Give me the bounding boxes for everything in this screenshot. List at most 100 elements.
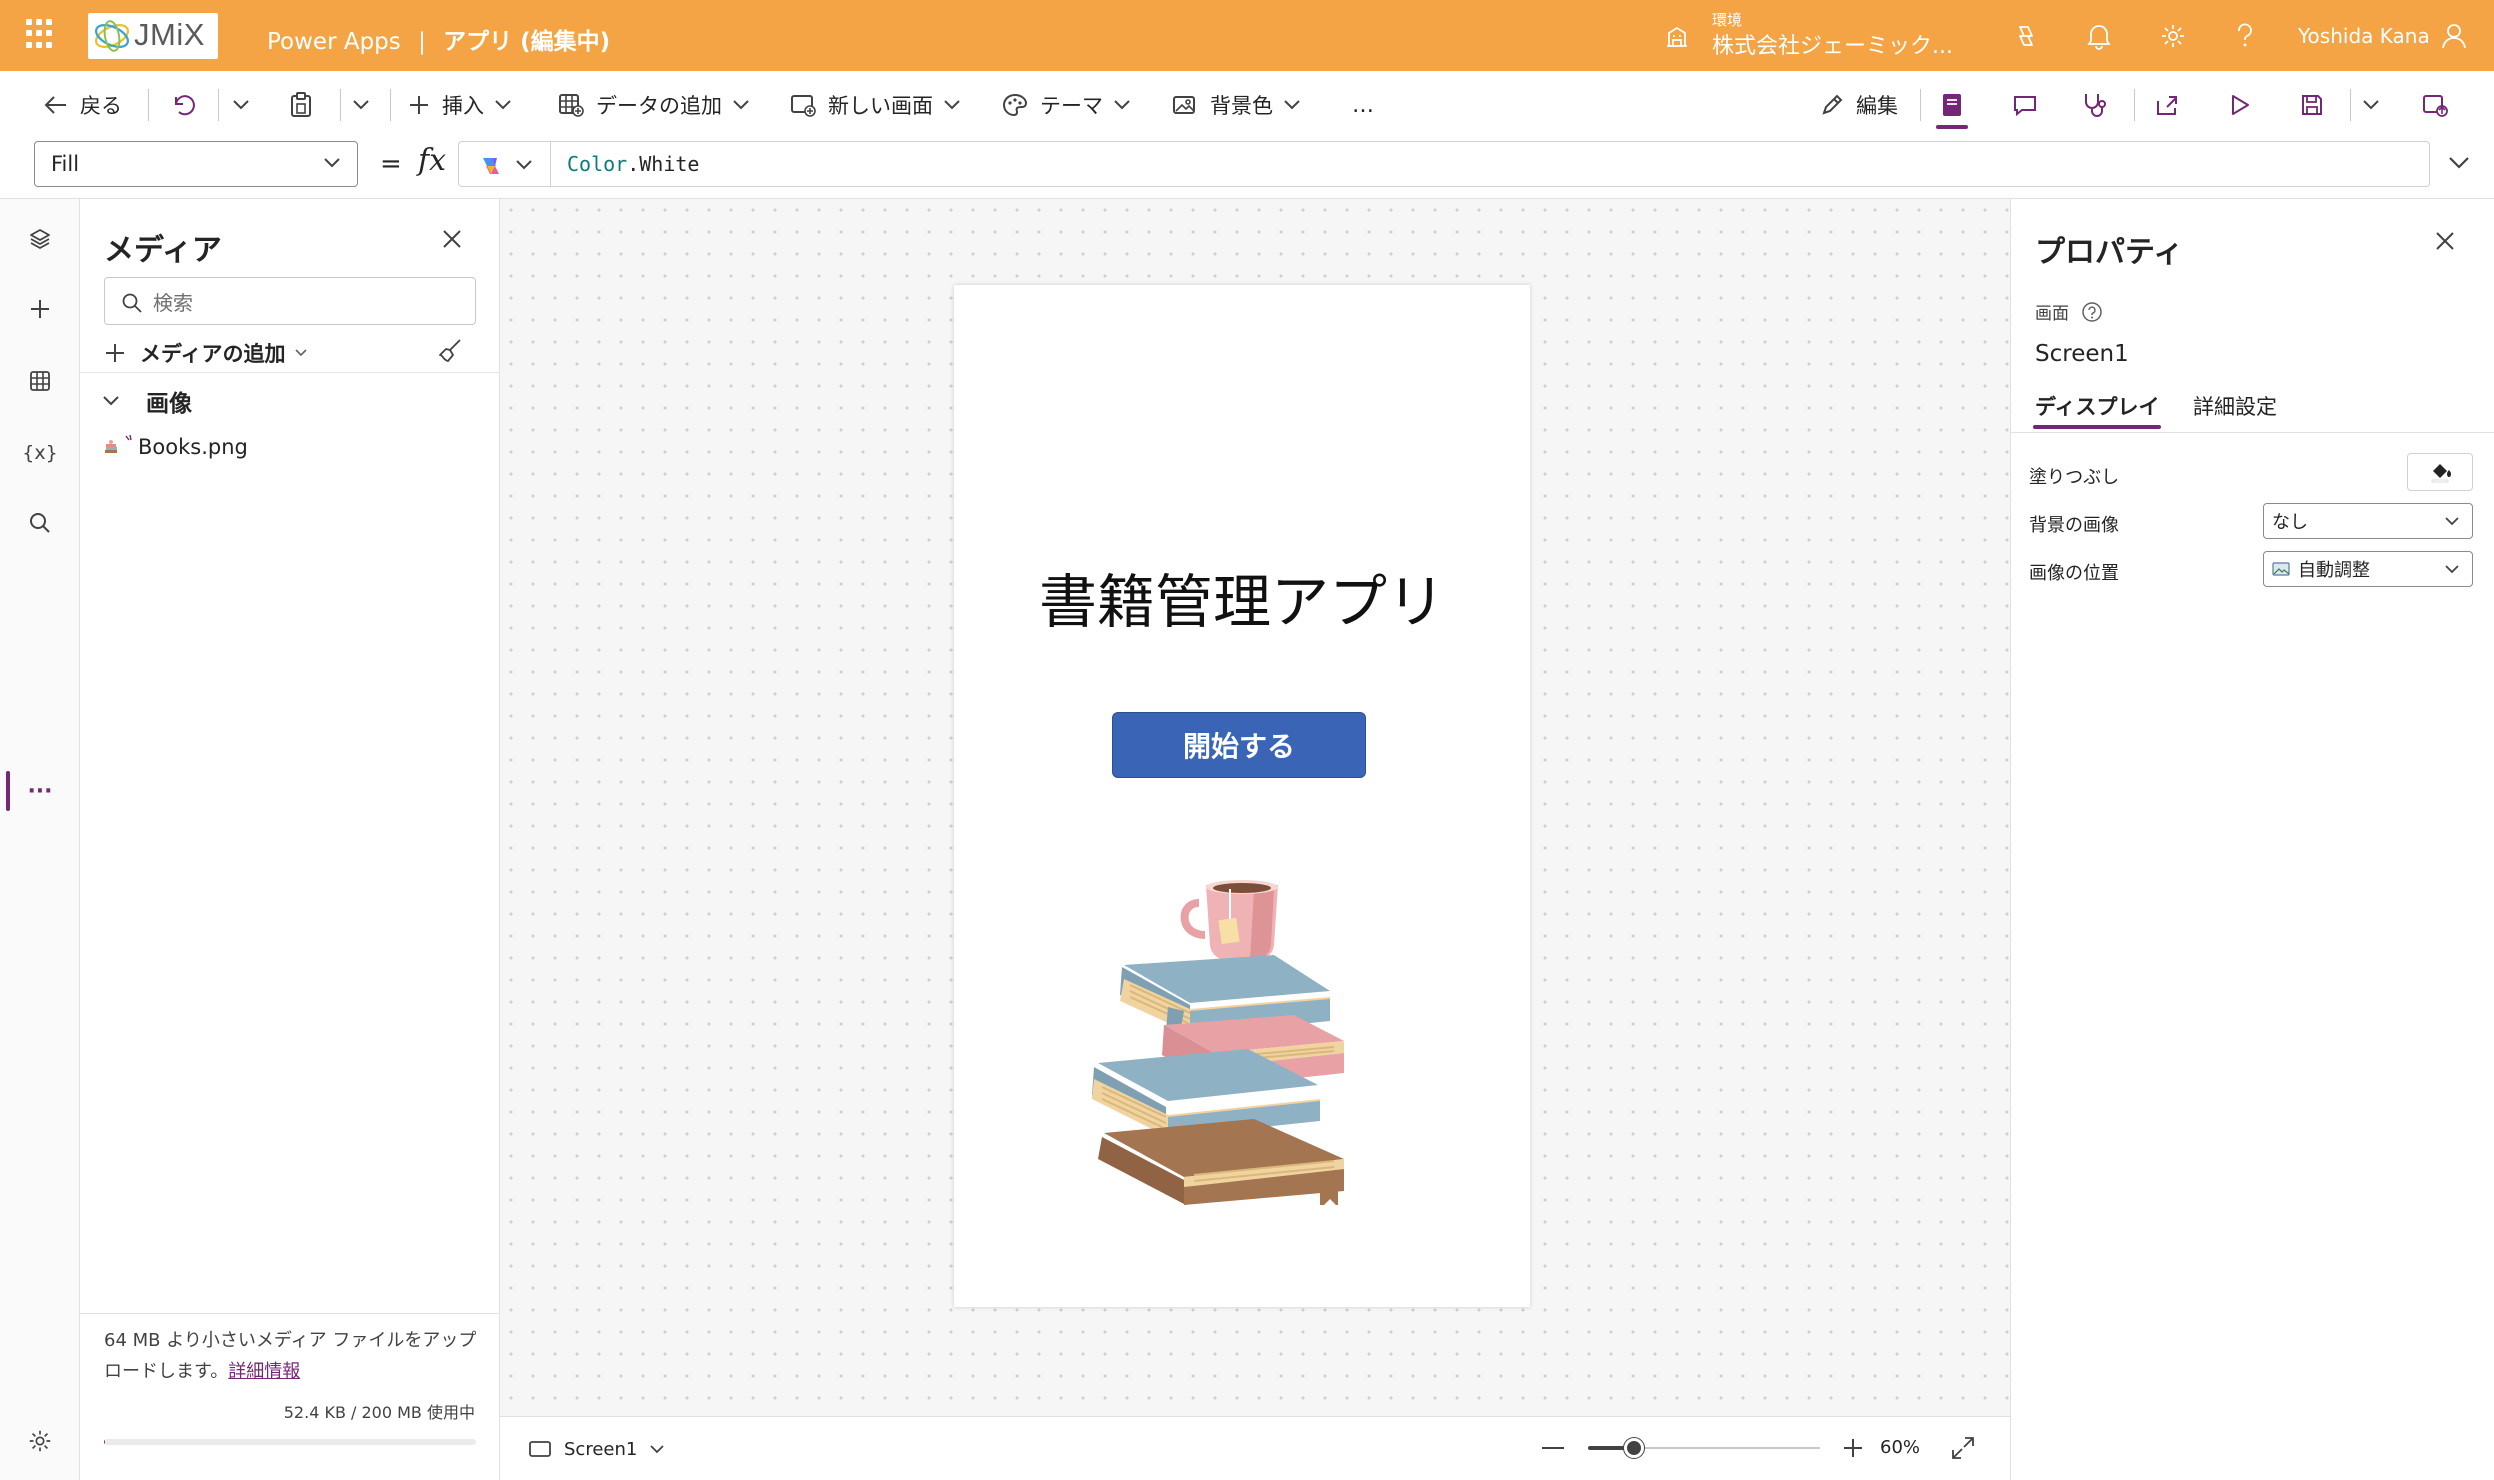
settings-gear-icon[interactable] — [2157, 20, 2189, 52]
search-icon[interactable] — [22, 505, 58, 541]
add-data-label: データの追加 — [596, 94, 722, 118]
publish-button[interactable] — [2422, 87, 2460, 123]
design-canvas[interactable]: 書籍管理アプリ 開始する — [500, 199, 2010, 1416]
app-launcher-icon[interactable] — [26, 19, 56, 49]
comments-button[interactable] — [2012, 87, 2050, 123]
undo-button[interactable] — [172, 87, 208, 123]
more-commands-button[interactable]: … — [1352, 87, 1374, 123]
expand-formula-button[interactable] — [2448, 155, 2470, 174]
notification-bell-icon[interactable] — [2083, 20, 2115, 52]
comment-icon — [2014, 96, 2036, 117]
search-icon — [122, 293, 142, 313]
environment-name[interactable]: 株式会社ジェーミック... — [1712, 28, 1953, 60]
formula-bar: Fill = fx Color .White — [0, 139, 2494, 199]
insert-button[interactable]: 挿入 — [408, 87, 512, 123]
app-title-label[interactable]: 書籍管理アプリ — [954, 555, 1530, 639]
close-icon[interactable] — [2435, 231, 2455, 255]
background-image-select[interactable]: なし — [2263, 503, 2473, 539]
add-data-button[interactable]: データの追加 — [558, 87, 750, 123]
palette-icon — [1002, 93, 1028, 117]
start-button[interactable]: 開始する — [1112, 712, 1366, 778]
paste-dropdown-button[interactable] — [352, 87, 382, 123]
app-checker-button[interactable] — [2082, 87, 2120, 123]
back-button[interactable]: 戻る — [44, 87, 122, 123]
control-kind-label: 画面 — [2035, 304, 2069, 324]
fx-icon[interactable]: fx — [418, 143, 446, 178]
media-file-name: Books.png — [138, 435, 248, 459]
pencil-icon — [1822, 94, 1843, 115]
upload-note: 64 MB より小さいメディア ファイルをアップロードします。詳細情報 — [104, 1325, 484, 1387]
background-color-label: 背景色 — [1210, 94, 1273, 118]
storage-usage-text: 52.4 KB / 200 MB 使用中 — [283, 1403, 475, 1422]
chevron-down-icon — [495, 100, 511, 110]
tree-view-toggle[interactable] — [1940, 87, 1976, 123]
image-position-label: 画像の位置 — [2029, 563, 2119, 584]
chevron-down-icon — [324, 158, 340, 168]
zoom-out-button[interactable] — [1542, 1447, 1564, 1449]
copilot-icon — [483, 158, 499, 174]
variables-icon[interactable]: {x} — [22, 435, 58, 471]
chevron-down-icon — [2445, 517, 2459, 526]
insert-plus-icon[interactable] — [22, 291, 58, 327]
control-name[interactable]: Screen1 — [2035, 341, 2129, 367]
media-group-images[interactable]: 画像 — [102, 383, 192, 419]
edit-button[interactable]: 編集 — [1820, 87, 1898, 123]
copilot-formula-button[interactable] — [458, 141, 550, 187]
zoom-in-button[interactable] — [1842, 1437, 1864, 1463]
formula-object: Color — [567, 152, 628, 176]
tree-view-icon[interactable] — [22, 221, 58, 257]
properties-title: プロパティ — [2035, 235, 2184, 270]
formula-input[interactable]: Color .White — [550, 141, 2430, 187]
fit-to-window-icon[interactable] — [1950, 1435, 1976, 1465]
learn-more-link[interactable]: 詳細情報 — [228, 1361, 300, 1382]
command-bar: 戻る 挿入 データの追加 新しい画面 テーマ 背景色 … 編集 — [0, 71, 2494, 139]
theme-button[interactable]: テーマ — [1002, 87, 1131, 123]
control-kind: 画面 — [2035, 299, 2103, 324]
media-panel: メディア 検索 メディアの追加 画像 Books.png 64 MB より小さい… — [80, 199, 500, 1480]
app-header: JMiX Power Apps | アプリ (編集中) 環境 株式会社ジェーミッ… — [0, 0, 2494, 71]
data-table-icon[interactable] — [22, 363, 58, 399]
chevron-down-icon — [103, 396, 119, 406]
tab-advanced[interactable]: 詳細設定 — [2193, 391, 2277, 421]
zoom-slider[interactable] — [1588, 1438, 1820, 1458]
media-group-label: 画像 — [146, 391, 192, 417]
undo-dropdown-button[interactable] — [232, 87, 262, 123]
property-selector[interactable]: Fill — [34, 141, 358, 187]
help-icon[interactable] — [2229, 20, 2261, 52]
media-file-item[interactable]: Books.png — [102, 429, 248, 465]
books-image[interactable] — [1084, 875, 1400, 1205]
environment-icon[interactable] — [1664, 24, 1690, 52]
background-image-label: 背景の画像 — [2029, 515, 2119, 536]
more-tools-icon[interactable]: ··· — [22, 773, 58, 809]
back-label: 戻る — [80, 94, 122, 118]
tab-display[interactable]: ディスプレイ — [2035, 391, 2160, 421]
screen-selector[interactable]: Screen1 — [528, 1435, 677, 1463]
cleanup-brush-icon[interactable] — [436, 337, 464, 369]
background-color-button[interactable]: 背景色 — [1172, 87, 1301, 123]
zoom-slider-thumb[interactable] — [1624, 1438, 1645, 1458]
paste-button[interactable] — [290, 87, 324, 123]
copilot-icon[interactable] — [2010, 20, 2042, 52]
image-position-select[interactable]: 自動調整 — [2263, 551, 2473, 587]
share-button[interactable] — [2154, 87, 2192, 123]
edit-label: 編集 — [1856, 94, 1898, 118]
save-button[interactable] — [2300, 87, 2336, 123]
user-avatar-icon[interactable] — [2438, 20, 2470, 52]
books-thumbnail-icon — [105, 440, 117, 453]
user-name[interactable]: Yoshida Kana — [2298, 24, 2430, 48]
plus-icon — [106, 344, 124, 362]
save-dropdown-button[interactable] — [2362, 87, 2392, 123]
chevron-down-icon — [233, 100, 249, 110]
share-icon — [2157, 96, 2177, 115]
settings-gear-icon[interactable] — [22, 1423, 58, 1459]
app-screen-preview[interactable]: 書籍管理アプリ 開始する — [954, 285, 1530, 1307]
media-search-input[interactable]: 検索 — [104, 277, 476, 325]
add-media-button[interactable]: メディアの追加 — [104, 335, 322, 371]
close-icon[interactable] — [442, 229, 462, 253]
new-screen-button[interactable]: 新しい画面 — [790, 87, 961, 123]
left-rail: {x} ··· — [0, 199, 80, 1480]
fill-color-picker[interactable] — [2407, 453, 2473, 491]
preview-play-button[interactable] — [2228, 87, 2264, 123]
help-circle-icon[interactable] — [2081, 301, 2103, 323]
add-media-label: メディアの追加 — [140, 342, 286, 366]
